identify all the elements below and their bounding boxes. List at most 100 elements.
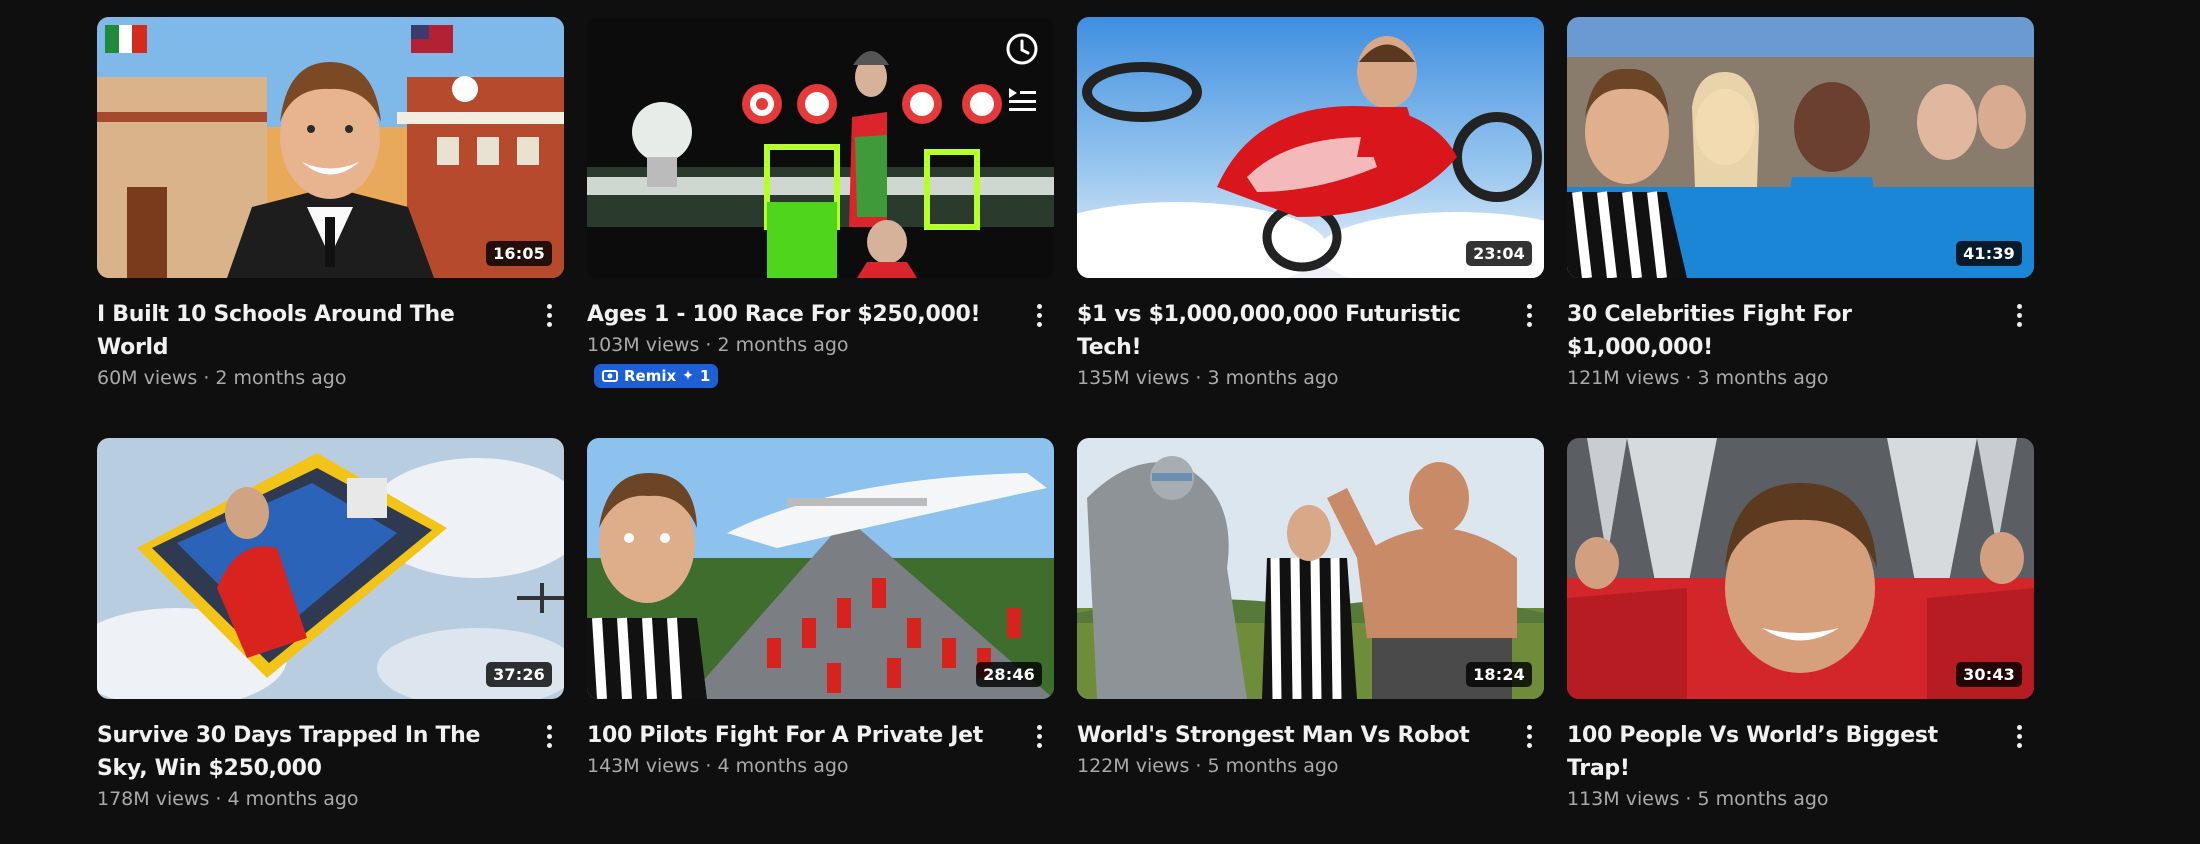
video-stats: 113M views · 5 months ago (1567, 785, 1984, 814)
video-details: Ages 1 - 100 Race For $250,000! 103M vie… (587, 298, 1054, 388)
video-duration: 28:46 (976, 662, 1042, 687)
video-card[interactable]: 28:46 100 Pilots Fight For A Private Jet… (587, 438, 1054, 844)
thumbnail-image (1077, 438, 1544, 699)
video-thumbnail[interactable]: 18:24 (1077, 438, 1544, 699)
kebab-dot (1036, 733, 1042, 739)
kebab-dot (1526, 733, 1532, 739)
video-duration: 18:24 (1466, 662, 1532, 687)
video-title[interactable]: Ages 1 - 100 Race For $250,000! (587, 298, 1004, 331)
video-thumbnail[interactable]: 28:46 (587, 438, 1054, 699)
remix-badge[interactable]: Remix ✦ 1 (594, 364, 719, 388)
thumbnail-image (1567, 17, 2034, 278)
thumbnail-image (587, 17, 1054, 278)
hover-actions (1002, 29, 1042, 119)
more-actions-button[interactable] (2004, 300, 2034, 330)
video-card[interactable]: Ages 1 - 100 Race For $250,000! 103M vie… (587, 17, 1054, 438)
video-grid: 16:05 I Built 10 Schools Around The Worl… (97, 17, 2034, 844)
kebab-dot (1036, 303, 1042, 309)
video-title[interactable]: $1 vs $1,000,000,000 Futuristic Tech! (1077, 298, 1494, 364)
video-title[interactable]: 100 Pilots Fight For A Private Jet (587, 719, 1004, 752)
video-details: I Built 10 Schools Around The World 60M … (97, 298, 564, 393)
more-actions-button[interactable] (1024, 721, 1054, 751)
video-card[interactable]: 16:05 I Built 10 Schools Around The Worl… (97, 17, 564, 438)
watch-later-button[interactable] (1002, 29, 1042, 69)
thumbnail-image (97, 17, 564, 278)
view-count: 178M views (97, 788, 210, 810)
video-duration: 16:05 (486, 241, 552, 266)
video-card[interactable]: 37:26 Survive 30 Days Trapped In The Sky… (97, 438, 564, 844)
video-card[interactable]: 23:04 $1 vs $1,000,000,000 Futuristic Te… (1077, 17, 1544, 438)
video-thumbnail[interactable]: 37:26 (97, 438, 564, 699)
kebab-dot (546, 303, 552, 309)
video-title[interactable]: 30 Celebrities Fight For $1,000,000! (1567, 298, 1984, 364)
video-duration: 23:04 (1466, 241, 1532, 266)
video-thumbnail[interactable]: 30:43 (1567, 438, 2034, 699)
kebab-dot (1526, 321, 1532, 327)
kebab-dot (1036, 312, 1042, 318)
video-details: 100 People Vs World’s Biggest Trap! 113M… (1567, 719, 2034, 814)
more-actions-button[interactable] (2004, 721, 2034, 751)
kebab-dot (1036, 742, 1042, 748)
view-count: 143M views (587, 755, 700, 777)
sparkle-icon: ✦ (682, 368, 694, 384)
upload-age: 2 months ago (717, 334, 849, 356)
video-thumbnail[interactable]: 23:04 (1077, 17, 1544, 278)
kebab-dot (546, 321, 552, 327)
video-thumbnail[interactable]: 41:39 (1567, 17, 2034, 278)
view-count: 113M views (1567, 788, 1680, 810)
remix-label: Remix (624, 367, 677, 385)
more-actions-button[interactable] (1514, 721, 1544, 751)
upload-age: 5 months ago (1697, 788, 1829, 810)
video-title[interactable]: I Built 10 Schools Around The World (97, 298, 514, 364)
kebab-dot (2016, 303, 2022, 309)
meta-separator: · (203, 367, 210, 389)
thumbnail-image (587, 438, 1054, 699)
thumbnail-image (1077, 17, 1544, 278)
kebab-dot (546, 742, 552, 748)
kebab-dot (546, 312, 552, 318)
meta-separator: · (1195, 755, 1202, 777)
video-details: 30 Celebrities Fight For $1,000,000! 121… (1567, 298, 2034, 393)
kebab-dot (1526, 312, 1532, 318)
more-actions-button[interactable] (534, 721, 564, 751)
video-title[interactable]: 100 People Vs World’s Biggest Trap! (1567, 719, 1984, 785)
view-count: 121M views (1567, 367, 1680, 389)
video-details: Survive 30 Days Trapped In The Sky, Win … (97, 719, 564, 814)
kebab-dot (1526, 742, 1532, 748)
kebab-dot (2016, 733, 2022, 739)
kebab-dot (2016, 321, 2022, 327)
video-thumbnail[interactable] (587, 17, 1054, 278)
view-count: 60M views (97, 367, 198, 389)
video-card[interactable]: 41:39 30 Celebrities Fight For $1,000,00… (1567, 17, 2034, 438)
more-actions-button[interactable] (534, 300, 564, 330)
kebab-dot (1526, 303, 1532, 309)
upload-age: 5 months ago (1207, 755, 1339, 777)
meta-separator: · (705, 755, 712, 777)
video-duration: 41:39 (1956, 241, 2022, 266)
meta-separator: · (1685, 367, 1692, 389)
video-thumbnail[interactable]: 16:05 (97, 17, 564, 278)
view-count: 122M views (1077, 755, 1190, 777)
video-title[interactable]: World's Strongest Man Vs Robot (1077, 719, 1494, 752)
kebab-dot (2016, 742, 2022, 748)
kebab-dot (2016, 724, 2022, 730)
video-stats: 60M views · 2 months ago (97, 364, 514, 393)
add-to-queue-icon (1009, 88, 1036, 111)
more-actions-button[interactable] (1514, 300, 1544, 330)
add-to-queue-button[interactable] (1002, 79, 1042, 119)
video-stats: 178M views · 4 months ago (97, 785, 514, 814)
kebab-dot (1036, 724, 1042, 730)
remix-count: 1 (699, 367, 711, 385)
meta-separator: · (705, 334, 712, 356)
more-actions-button[interactable] (1024, 300, 1054, 330)
video-stats: 135M views · 3 months ago (1077, 364, 1494, 393)
video-card[interactable]: 18:24 World's Strongest Man Vs Robot 122… (1077, 438, 1544, 844)
video-duration: 37:26 (486, 662, 552, 687)
upload-age: 4 months ago (227, 788, 359, 810)
kebab-dot (1526, 724, 1532, 730)
video-title[interactable]: Survive 30 Days Trapped In The Sky, Win … (97, 719, 514, 785)
video-card[interactable]: 30:43 100 People Vs World’s Biggest Trap… (1567, 438, 2034, 844)
video-stats: 143M views · 4 months ago (587, 752, 1004, 781)
kebab-dot (1036, 321, 1042, 327)
kebab-dot (546, 733, 552, 739)
